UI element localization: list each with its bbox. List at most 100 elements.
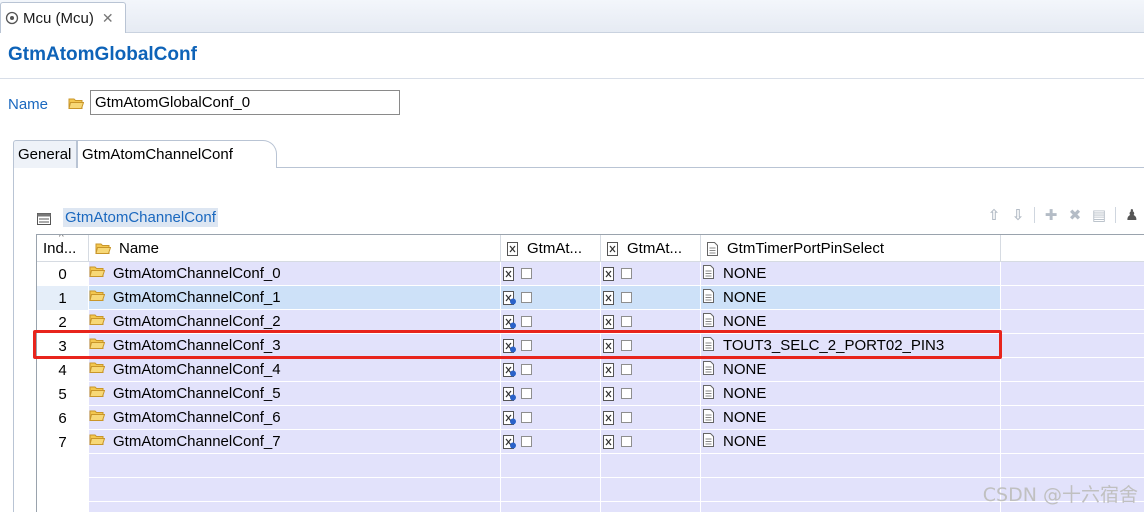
port-pin-select-cell[interactable]: NONE	[701, 358, 1001, 382]
port-pin-value: NONE	[723, 313, 767, 330]
empty-row	[37, 502, 1144, 512]
gtm-at-1-cell	[501, 430, 601, 454]
tab-general[interactable]: General	[13, 140, 77, 168]
gtm-at-2-checkbox[interactable]	[621, 268, 632, 279]
column-header-label: GtmAt...	[627, 240, 683, 257]
boolean-param-icon	[507, 241, 519, 256]
port-pin-value: NONE	[723, 361, 767, 378]
boolean-param-icon	[503, 362, 516, 377]
gtm-at-1-checkbox[interactable]	[521, 316, 532, 327]
table-row[interactable]: 1 GtmAtomChannelConf_1 NONE	[37, 286, 1144, 310]
port-pin-select-cell[interactable]: NONE	[701, 286, 1001, 310]
gtm-at-1-cell	[501, 358, 601, 382]
watermark: CSDN @十六宿舍	[982, 484, 1138, 506]
tab-gtm-atom-channel-conf[interactable]: GtmAtomChannelConf	[77, 140, 277, 169]
boolean-param-icon	[503, 434, 516, 449]
table-header: ^ Ind... Name GtmAt... GtmAt... GtmTimer…	[37, 235, 1144, 262]
column-header-gtm-at-1[interactable]: GtmAt...	[501, 235, 601, 262]
table-row[interactable]: 7 GtmAtomChannelConf_7 NONE	[37, 430, 1144, 454]
column-header-index[interactable]: ^ Ind...	[37, 235, 89, 262]
port-pin-value: NONE	[723, 289, 767, 306]
filler-cell	[1001, 430, 1144, 454]
gtm-at-1-checkbox[interactable]	[521, 340, 532, 351]
gtm-at-2-checkbox[interactable]	[621, 388, 632, 399]
gtm-at-2-checkbox[interactable]	[621, 412, 632, 423]
editor-tab-mcu[interactable]: Mcu (Mcu) ✕	[0, 2, 126, 33]
section-title: GtmAtomChannelConf	[63, 208, 218, 227]
row-name-cell[interactable]: GtmAtomChannelConf_3	[89, 334, 501, 358]
port-pin-select-cell[interactable]: TOUT3_SELC_2_PORT02_PIN3	[701, 334, 1001, 358]
boolean-param-icon	[503, 386, 516, 401]
more-icon[interactable]: ♟	[1122, 205, 1142, 225]
add-icon[interactable]: ✚	[1041, 205, 1061, 225]
row-name-cell[interactable]: GtmAtomChannelConf_0	[89, 262, 501, 286]
row-name-cell[interactable]: GtmAtomChannelConf_2	[89, 310, 501, 334]
port-pin-value: NONE	[723, 265, 767, 282]
gtm-at-1-cell	[501, 310, 601, 334]
enum-param-icon	[703, 312, 715, 331]
gtm-at-1-checkbox[interactable]	[521, 268, 532, 279]
filler-cell	[1001, 454, 1144, 478]
name-label: Name	[8, 96, 49, 113]
row-index: 1	[37, 286, 89, 310]
row-name-cell[interactable]: GtmAtomChannelConf_1	[89, 286, 501, 310]
empty-row	[37, 478, 1144, 502]
gtm-at-1-checkbox[interactable]	[521, 388, 532, 399]
port-pin-select-cell[interactable]: NONE	[701, 430, 1001, 454]
copy-icon[interactable]: ▤	[1089, 205, 1109, 225]
boolean-param-icon	[603, 362, 615, 377]
gtm-at-2-cell	[601, 382, 701, 406]
row-index	[37, 502, 89, 512]
boolean-param-icon	[603, 290, 615, 305]
table-row[interactable]: 4 GtmAtomChannelConf_4 NONE	[37, 358, 1144, 382]
folder-icon	[89, 409, 106, 426]
name-field[interactable]	[90, 90, 400, 115]
gtm-at-1-cell	[501, 454, 601, 478]
gtm-at-1-checkbox[interactable]	[521, 292, 532, 303]
delete-icon[interactable]: ✖	[1065, 205, 1085, 225]
row-name-cell[interactable]: GtmAtomChannelConf_7	[89, 430, 501, 454]
boolean-param-icon	[603, 434, 615, 449]
port-pin-value: NONE	[723, 433, 767, 450]
column-header-name[interactable]: Name	[89, 235, 501, 262]
row-name: GtmAtomChannelConf_3	[113, 337, 281, 354]
row-name: GtmAtomChannelConf_1	[113, 289, 281, 306]
folder-icon	[68, 97, 85, 114]
folder-icon	[95, 242, 111, 255]
port-pin-select-cell[interactable]: NONE	[701, 310, 1001, 334]
empty-row	[37, 454, 1144, 478]
port-pin-select-cell[interactable]: NONE	[701, 262, 1001, 286]
move-up-icon[interactable]: ⇧	[984, 205, 1004, 225]
toolbar-separator	[1034, 207, 1035, 223]
gtm-at-2-checkbox[interactable]	[621, 292, 632, 303]
gtm-at-2-checkbox[interactable]	[621, 340, 632, 351]
folder-icon	[89, 337, 106, 354]
gtm-at-1-checkbox[interactable]	[521, 364, 532, 375]
move-down-icon[interactable]: ⇩	[1008, 205, 1028, 225]
table-row[interactable]: 6 GtmAtomChannelConf_6 NONE	[37, 406, 1144, 430]
close-icon[interactable]: ✕	[102, 10, 114, 27]
gtm-at-2-checkbox[interactable]	[621, 316, 632, 327]
table-row[interactable]: 0 GtmAtomChannelConf_0 NONE	[37, 262, 1144, 286]
row-name-cell[interactable]: GtmAtomChannelConf_4	[89, 358, 501, 382]
row-name-cell[interactable]: GtmAtomChannelConf_6	[89, 406, 501, 430]
row-name: GtmAtomChannelConf_2	[113, 313, 281, 330]
column-header-gtm-at-2[interactable]: GtmAt...	[601, 235, 701, 262]
gtm-at-2-checkbox[interactable]	[621, 364, 632, 375]
port-pin-select-cell[interactable]: NONE	[701, 382, 1001, 406]
folder-icon	[89, 313, 106, 330]
gtm-at-1-checkbox[interactable]	[521, 436, 532, 447]
gtm-at-2-checkbox[interactable]	[621, 436, 632, 447]
gtm-at-2-cell	[601, 358, 701, 382]
gtm-at-2-cell	[601, 430, 701, 454]
gtm-at-1-cell	[501, 502, 601, 512]
boolean-param-icon	[603, 266, 615, 281]
row-name-cell[interactable]: GtmAtomChannelConf_5	[89, 382, 501, 406]
boolean-param-icon	[503, 314, 516, 329]
column-header-port-pin-select[interactable]: GtmTimerPortPinSelect	[701, 235, 1001, 262]
table-row[interactable]: 3 GtmAtomChannelConf_3 TOUT3_SELC_2_PORT02…	[37, 334, 1144, 358]
table-row[interactable]: 2 GtmAtomChannelConf_2 NONE	[37, 310, 1144, 334]
gtm-at-1-checkbox[interactable]	[521, 412, 532, 423]
port-pin-select-cell[interactable]: NONE	[701, 406, 1001, 430]
table-row[interactable]: 5 GtmAtomChannelConf_5 NONE	[37, 382, 1144, 406]
